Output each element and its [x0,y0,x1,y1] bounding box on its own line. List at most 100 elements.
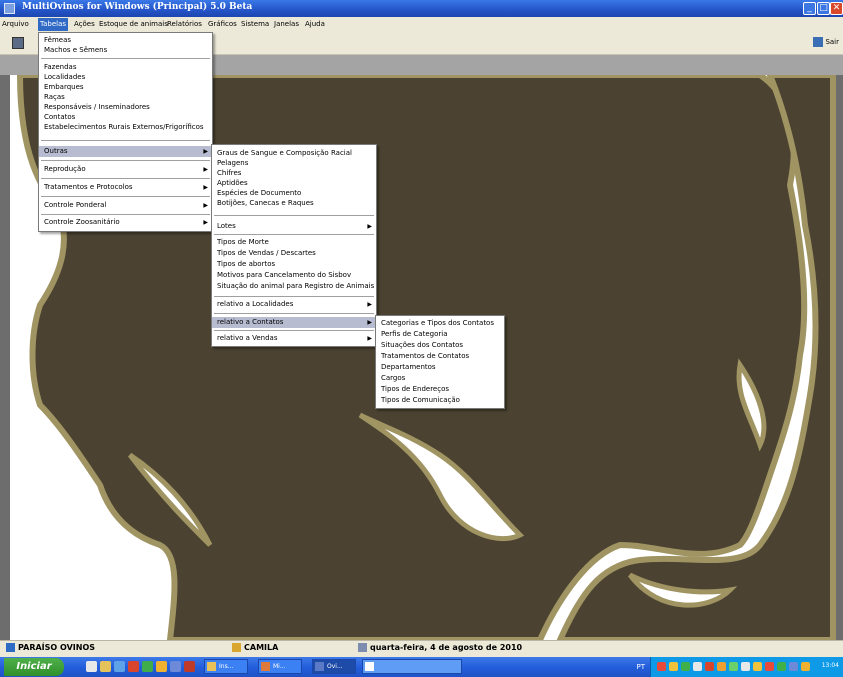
quicklaunch-icon[interactable] [156,661,167,672]
menu-item-outras[interactable]: Outras ▶ [39,146,212,157]
tray-icon[interactable] [681,662,690,671]
menu-item-relativo-vendas-label: relativo a Vendas [217,334,278,342]
menu-sistema[interactable]: Sistema [241,20,269,28]
language-indicator[interactable]: PT [637,663,646,671]
tray-icon[interactable] [765,662,774,671]
quicklaunch-icon[interactable] [86,661,97,672]
menu-item-reproducao-label: Reprodução [44,165,86,173]
quicklaunch-icon[interactable] [184,661,195,672]
menu-janelas[interactable]: Janelas [274,20,299,28]
status-date-label: quarta-feira, 4 de agosto de 2010 [370,643,523,652]
tray-icon[interactable] [657,662,666,671]
taskbar-button-ovi[interactable]: Ovi... [312,659,356,674]
status-user-label: CAMILA [244,643,279,652]
submenu-arrow-icon: ▶ [367,319,372,326]
menu-separator [41,140,210,141]
window-icon [365,662,374,671]
company-icon [6,643,15,652]
quicklaunch-icon[interactable] [100,661,111,672]
tray-icon[interactable] [705,662,714,671]
submenu-arrow-icon: ▶ [203,202,208,209]
maximize-button[interactable]: □ [817,2,830,15]
menu-item-tipos-enderecos[interactable]: Tipos de Endereços [376,384,504,395]
menu-graficos[interactable]: Gráficos [208,20,237,28]
taskbar-button-ins[interactable]: Ins... [204,659,248,674]
menu-item-controle-ponderal[interactable]: Controle Ponderal ▶ [39,200,212,211]
taskbar-button-mi[interactable]: Mi... [258,659,302,674]
menu-item-motivos-sisbov[interactable]: Motivos para Cancelamento do Sisbov [212,270,376,281]
menu-item-tipos-abortos[interactable]: Tipos de abortos [212,259,376,270]
quicklaunch-icon[interactable] [142,661,153,672]
menu-separator [41,160,210,161]
submenu-arrow-icon: ▶ [203,219,208,226]
tray-icon[interactable] [741,662,750,671]
menu-item-situacao-animal[interactable]: Situação do animal para Registro de Anim… [212,281,376,292]
menu-item-estabelecimentos[interactable]: Estabelecimentos Rurais Externos/Frigorí… [39,122,212,133]
exit-icon [813,37,824,47]
toolbar-icon[interactable] [12,37,24,49]
menu-item-relativo-vendas[interactable]: relativo a Vendas ▶ [212,333,376,344]
menu-relatorios[interactable]: Relatórios [167,20,202,28]
menu-item-reproducao[interactable]: Reprodução ▶ [39,164,212,175]
menu-estoque[interactable]: Estoque de animais [99,20,168,28]
menu-item-relativo-localidades-label: relativo a Localidades [217,300,294,308]
app-icon [315,662,324,671]
taskbar-button-label: Ovi... [327,663,343,670]
quicklaunch-icon[interactable] [114,661,125,672]
menu-item-relativo-localidades[interactable]: relativo a Localidades ▶ [212,299,376,310]
menu-arquivo[interactable]: Arquivo [2,20,29,28]
menu-tabelas[interactable]: Tabelas [38,18,69,31]
close-button[interactable]: ✕ [830,2,843,15]
status-company-label: PARAÍSO OVINOS [18,643,96,652]
menu-item-cargos[interactable]: Cargos [376,373,504,384]
menu-item-tipos-vendas[interactable]: Tipos de Vendas / Descartes [212,248,376,259]
tray-icon[interactable] [729,662,738,671]
menu-item-departamentos[interactable]: Departamentos [376,362,504,373]
menu-separator [41,58,210,59]
taskbar-button-group[interactable] [362,659,462,674]
menu-item-relativo-contatos[interactable]: relativo a Contatos ▶ [212,317,376,328]
menu-item-controle-zoosanitario[interactable]: Controle Zoosanitário ▶ [39,217,212,228]
tray-icon[interactable] [801,662,810,671]
quicklaunch-icon[interactable] [170,661,181,672]
clock[interactable]: 13:04 [822,662,839,669]
menu-item-tratamentos[interactable]: Tratamentos e Protocolos ▶ [39,182,212,193]
menu-item-categorias-contatos[interactable]: Categorias e Tipos dos Contatos [376,318,504,329]
title-bar: MultiOvinos for Windows (Principal) 5.0 … [0,0,843,17]
menu-item-tratamentos-contatos[interactable]: Tratamentos de Contatos [376,351,504,362]
menu-item-machos-semens[interactable]: Machos e Sêmens [39,45,212,56]
exit-button[interactable]: Sair [813,37,839,47]
app-icon[interactable] [4,3,15,14]
quicklaunch-icon[interactable] [128,661,139,672]
status-bar: PARAÍSO OVINOS CAMILA quarta-feira, 4 de… [0,640,843,657]
app-icon [207,662,216,671]
taskbar: Iniciar Ins... Mi... Ovi... PT 13:04 [0,657,843,677]
minimize-button[interactable]: _ [803,2,816,15]
tray-icon[interactable] [789,662,798,671]
menu-item-perfis-categoria[interactable]: Perfis de Categoria [376,329,504,340]
menu-item-relativo-contatos-label: relativo a Contatos [217,318,284,326]
menu-item-tipos-comunicacao[interactable]: Tipos de Comunicação [376,395,504,406]
menu-bar: Arquivo Tabelas Ações Estoque de animais… [0,17,843,33]
menu-separator [214,215,374,216]
contatos-submenu: Categorias e Tipos dos Contatos Perfis d… [375,315,505,409]
menu-item-outras-label: Outras [44,147,68,155]
menu-ajuda[interactable]: Ajuda [305,20,325,28]
submenu-arrow-icon: ▶ [203,184,208,191]
tray-icon[interactable] [693,662,702,671]
submenu-arrow-icon: ▶ [203,148,208,155]
app-icon [261,662,270,671]
tray-icon[interactable] [669,662,678,671]
menu-item-situacoes-contatos[interactable]: Situações dos Contatos [376,340,504,351]
menu-item-lotes[interactable]: Lotes ▶ [212,221,376,232]
start-button[interactable]: Iniciar [4,658,64,676]
menu-item-controle-ponderal-label: Controle Ponderal [44,201,107,209]
tray-icon[interactable] [753,662,762,671]
menu-acoes[interactable]: Ações [74,20,95,28]
taskbar-button-label: Mi... [273,663,286,670]
menu-item-tipos-morte[interactable]: Tipos de Morte [212,237,376,248]
tray-icon[interactable] [717,662,726,671]
tray-icon[interactable] [777,662,786,671]
tabelas-menu: Fêmeas Machos e Sêmens Fazendas Localida… [38,32,213,232]
menu-item-botijoes[interactable]: Botijões, Canecas e Raques [212,198,376,209]
